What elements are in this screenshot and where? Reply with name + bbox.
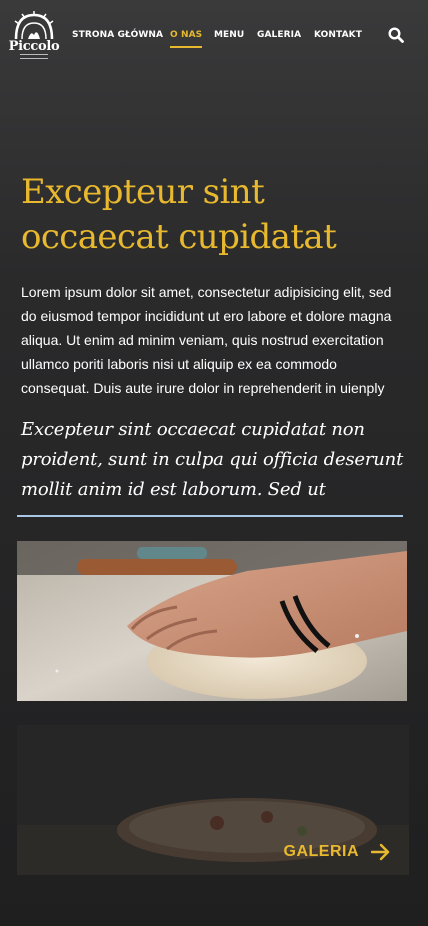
logo-underline	[20, 54, 48, 59]
search-icon[interactable]	[388, 27, 404, 43]
divider	[17, 515, 403, 517]
arrow-right-icon	[371, 843, 390, 861]
site-header: Piccolo STRONA GŁÓWNA O NAS MENU GALERIA…	[0, 0, 428, 72]
gallery-label: GALERIA	[283, 843, 359, 860]
nav-item-home[interactable]: STRONA GŁÓWNA	[72, 30, 163, 40]
gallery-card[interactable]: GALERIA	[17, 725, 409, 875]
oven-logo-icon	[14, 11, 54, 40]
nav-item-contact[interactable]: KONTAKT	[314, 30, 362, 40]
nav-item-menu[interactable]: MENU	[214, 30, 244, 40]
logo[interactable]: Piccolo	[8, 11, 60, 61]
nav-item-gallery[interactable]: GALERIA	[257, 30, 301, 40]
page-title: Excepteur sint occaecat cupidatat	[21, 172, 337, 257]
logo-wordmark: Piccolo	[8, 39, 60, 54]
dough-kneading-image	[17, 541, 407, 701]
gallery-link[interactable]: GALERIA	[284, 843, 392, 861]
nav-item-about[interactable]: O NAS	[170, 30, 203, 48]
pull-quote: Excepteur sint occaecat cupidatat non pr…	[21, 419, 404, 500]
intro-paragraph: Lorem ipsum dolor sit amet, consectetur …	[21, 284, 392, 396]
